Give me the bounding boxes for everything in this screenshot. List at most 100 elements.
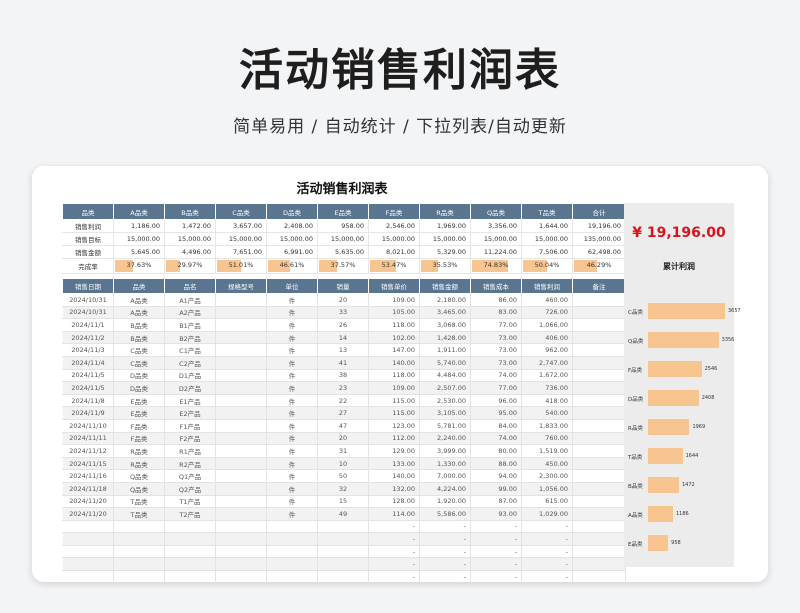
table-cell: - <box>521 570 573 582</box>
table-cell <box>572 368 626 383</box>
completion-rate-cell: 29.97% <box>164 258 216 274</box>
bar-row: C品类 3657 <box>624 303 741 319</box>
table-cell <box>215 557 267 572</box>
table-cell <box>215 355 267 370</box>
table-cell: 736.00 <box>521 381 573 395</box>
bar-category-label: R品类 <box>628 426 643 432</box>
bar-row: T品类 1644 <box>624 448 734 464</box>
table-cell: 2024/11/16 <box>62 469 114 483</box>
sheet-title: 活动销售利润表 <box>296 182 388 197</box>
completion-rate-value: 51.01% <box>228 261 254 269</box>
table-cell: - <box>470 557 522 572</box>
summary-cell: 15,000.00 <box>266 232 318 246</box>
completion-rate-cell: 46.61% <box>266 258 318 274</box>
detail-header-cell: 销售单价 <box>368 278 420 294</box>
table-cell <box>317 519 369 534</box>
table-cell: 73.00 <box>470 343 522 357</box>
table-cell: 件 <box>266 444 318 458</box>
table-row: 2024/11/5 D品类 D2产品 件 23 109.00 2,507.00 77.00 73… <box>62 381 626 395</box>
table-cell: 14 <box>317 330 369 345</box>
table-cell: 32 <box>317 481 369 496</box>
table-cell: 2024/10/31 <box>62 305 114 320</box>
table-row: ---- <box>62 519 626 534</box>
table-cell: C品类 <box>113 343 165 357</box>
bar-category-label: Q品类 <box>628 339 644 345</box>
table-cell: Q1产品 <box>164 469 216 483</box>
table-cell: 22 <box>317 393 369 408</box>
total-profit: ¥ 19,196.00 <box>632 225 726 241</box>
summary-row-label: 销售目标 <box>62 232 114 246</box>
table-cell: B2产品 <box>164 330 216 345</box>
profit-bar <box>648 419 690 435</box>
detail-table: 销售日期 品类 品名 规格型号 单位 销量 销售单价 销售金额 销售成本 销售利润 备注 2024/… <box>62 278 626 582</box>
bar-value-label: 1644 <box>685 453 699 459</box>
completion-rate-cell: 53.47% <box>368 258 420 274</box>
summary-cell: 135,000.00 <box>572 232 626 246</box>
table-cell: - <box>368 532 420 546</box>
table-cell: 2024/11/12 <box>62 444 114 458</box>
summary-cell: 3,657.00 <box>215 219 267 233</box>
table-cell: A品类 <box>113 305 165 320</box>
table-cell: 2,180.00 <box>419 293 471 307</box>
bar-value-label: 2546 <box>704 366 718 372</box>
table-cell <box>62 557 114 572</box>
completion-rate-value: 35.53% <box>432 261 458 269</box>
table-row: ---- <box>62 544 626 559</box>
table-cell: R品类 <box>113 444 165 458</box>
table-cell <box>164 570 216 582</box>
bar-row: R品类 1969 <box>624 419 734 435</box>
table-cell: F品类 <box>113 431 165 446</box>
table-cell <box>572 481 626 496</box>
table-cell <box>215 431 267 446</box>
table-cell <box>164 532 216 546</box>
bar-row: Q品类 3356 <box>624 332 734 348</box>
summary-cell: 1,186.00 <box>113 219 165 233</box>
table-cell: B品类 <box>113 330 165 345</box>
table-cell: 1,029.00 <box>521 507 573 521</box>
table-cell: D2产品 <box>164 381 216 395</box>
table-cell: T品类 <box>113 507 165 521</box>
table-cell <box>62 570 114 582</box>
table-row: ---- <box>62 570 626 582</box>
table-cell <box>215 305 267 320</box>
table-cell: 726.00 <box>521 305 573 320</box>
bar-row: F品类 2546 <box>624 361 734 377</box>
table-cell <box>215 494 267 509</box>
table-cell: 83.00 <box>470 305 522 320</box>
table-cell <box>266 544 318 559</box>
bar-value-label: 1969 <box>692 424 706 430</box>
table-cell: A2产品 <box>164 305 216 320</box>
table-cell: 件 <box>266 431 318 446</box>
table-cell: 118.00 <box>368 368 420 383</box>
table-cell: 418.00 <box>521 393 573 408</box>
table-row: 2024/11/1 B品类 B1产品 件 26 118.00 3,068.00 77.00 1,… <box>62 318 626 332</box>
table-cell: - <box>419 570 471 582</box>
bar-row: E品类 958 <box>624 535 734 551</box>
table-cell: 5,586.00 <box>419 507 471 521</box>
page-title: 活动销售利润表 <box>239 45 561 96</box>
table-row: ---- <box>62 557 626 572</box>
table-cell: 74.00 <box>470 368 522 383</box>
completion-rate-cell: 74.83% <box>470 258 522 274</box>
table-cell: 450.00 <box>521 456 573 471</box>
detail-header-cell: 销售日期 <box>62 278 114 294</box>
table-cell <box>572 494 626 509</box>
summary-header-cell: 品类 <box>62 203 114 220</box>
table-cell: B1产品 <box>164 318 216 332</box>
table-cell: 460.00 <box>521 293 573 307</box>
table-cell: 件 <box>266 305 318 320</box>
summary-cell: 5,635.00 <box>317 245 369 259</box>
table-cell: 115.00 <box>368 406 420 420</box>
table-cell: 件 <box>266 355 318 370</box>
table-cell: 3,068.00 <box>419 318 471 332</box>
summary-cell: 15,000.00 <box>470 232 522 246</box>
table-cell: 47 <box>317 418 369 433</box>
summary-header-cell: E品类 <box>317 203 369 220</box>
table-cell <box>215 570 267 582</box>
table-cell: 件 <box>266 469 318 483</box>
completion-rate-value: 37.63% <box>126 261 152 269</box>
bar-value-label: 1472 <box>681 482 695 488</box>
table-row: 2024/11/4 C品类 C2产品 件 41 140.00 5,740.00 73.00 2,… <box>62 355 626 370</box>
table-cell: E品类 <box>113 393 165 408</box>
completion-rate-value: 46.61% <box>279 261 305 269</box>
